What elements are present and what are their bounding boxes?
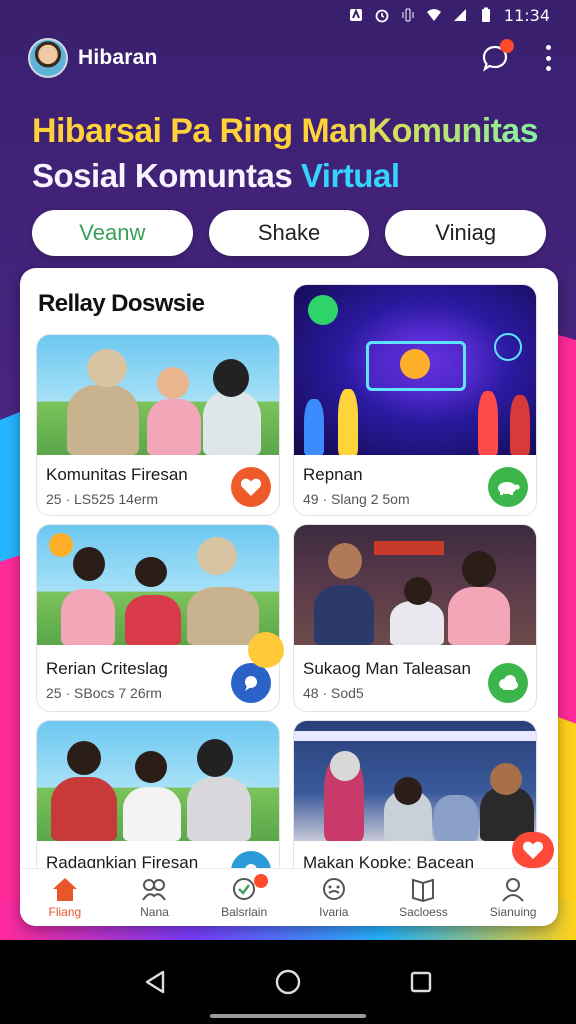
bottom-navigation: Fliang Nana Balsrlain Ivaria Sacloess Si… — [20, 868, 558, 926]
heart-icon — [240, 478, 262, 496]
floating-like-button[interactable] — [512, 832, 554, 868]
gesture-pill[interactable] — [210, 1014, 366, 1018]
card-title: Komunitas Firesan — [46, 465, 188, 484]
card-meta: 25 · SBocs 7 26rm — [46, 685, 162, 701]
kebab-dot-icon — [545, 66, 551, 71]
avatar[interactable] — [28, 38, 68, 78]
card-thumbnail — [294, 525, 536, 645]
system-navigation-bar — [0, 940, 576, 1024]
alarm-icon — [375, 9, 389, 23]
card-thumbnail — [37, 525, 279, 645]
nav-item-sacloess[interactable]: Sacloess — [381, 876, 465, 919]
card-meta: 49 · Slang 2 5om — [303, 491, 410, 507]
card-action-button[interactable] — [231, 467, 271, 507]
nav-label: Balsrlain — [221, 905, 268, 919]
app-title: Hibaran — [78, 46, 158, 69]
tab-viniag[interactable]: Viniag — [385, 210, 547, 256]
app-bar: Hibaran — [0, 30, 576, 86]
content-panel: Rellay Doswsie Komunitas Firesan 25 · LS… — [20, 268, 558, 926]
nav-item-balsrlain[interactable]: Balsrlain — [202, 874, 286, 919]
card-action-button[interactable] — [231, 663, 271, 703]
nav-label: Sianuing — [489, 905, 537, 919]
section-title: Rellay Doswsie — [38, 290, 205, 317]
card-meta: 25 · LS525 14erm — [46, 491, 159, 507]
tab-veanw[interactable]: Veanw — [32, 210, 193, 256]
hero-title-line2: Sosial Komuntas Virtual — [32, 157, 552, 195]
card-action-button[interactable] — [488, 467, 528, 507]
nav-label: Sacloess — [399, 905, 448, 919]
cloud-icon — [499, 675, 518, 690]
tab-shake[interactable]: Shake — [208, 210, 370, 256]
community-card[interactable]: Rerian Criteslag 25 · SBocs 7 26rm — [36, 524, 280, 712]
community-card[interactable]: Repnan 49 · Slang 2 5om — [293, 284, 537, 516]
community-icon — [142, 879, 167, 901]
more-options-button[interactable] — [544, 45, 552, 71]
card-meta: 48 · Sod5 — [303, 685, 364, 701]
card-action-button[interactable] — [488, 663, 528, 703]
messages-badge — [500, 39, 514, 53]
chat-icon — [245, 676, 257, 691]
wifi-icon — [426, 9, 441, 21]
kebab-dot-icon — [545, 55, 551, 61]
home-icon — [52, 878, 77, 901]
community-card[interactable]: Komunitas Firesan 25 · LS525 14erm — [36, 334, 280, 516]
turtle-icon — [498, 482, 520, 495]
kebab-dot-icon — [545, 45, 551, 50]
emoji-smile-sticker — [248, 632, 284, 668]
community-card[interactable]: Makan Kopke: Bacean — [293, 720, 537, 880]
nav-notification-badge — [254, 874, 269, 888]
nav-item-ivaria[interactable]: Ivaria — [292, 876, 376, 919]
community-card[interactable]: Sukaog Man Taleasan 48 · Sod5 — [293, 524, 537, 712]
smile-icon — [322, 878, 345, 900]
recents-icon[interactable] — [409, 970, 433, 994]
book-icon — [412, 878, 435, 902]
filter-tabs: Veanw Shake Viniag — [32, 210, 547, 256]
hero-title-line2-part1: Sosial Komuntas — [32, 157, 301, 194]
status-time: 11:34 — [503, 5, 550, 25]
nav-label: Nana — [140, 905, 169, 919]
card-thumbnail — [37, 721, 279, 841]
nav-item-sianuing[interactable]: Sianuing — [471, 876, 555, 919]
card-thumbnail — [294, 721, 536, 841]
vibrate-icon — [402, 8, 414, 22]
home-button-icon[interactable] — [274, 968, 302, 996]
card-thumbnail — [37, 335, 279, 455]
messages-button[interactable] — [480, 39, 514, 73]
hero-title-line2-highlight: Virtual — [300, 157, 400, 194]
battery-icon — [481, 7, 490, 22]
heart-icon — [522, 841, 544, 859]
nav-item-nana[interactable]: Nana — [112, 876, 196, 919]
card-title: Repnan — [303, 465, 363, 484]
card-title: Rerian Criteslag — [46, 659, 168, 678]
back-icon[interactable] — [143, 969, 167, 995]
status-bar: 11:34 — [0, 0, 576, 30]
signal-icon — [453, 9, 466, 21]
notification-icon — [349, 8, 362, 21]
profile-icon — [502, 878, 524, 902]
community-card[interactable]: Radagnkian Firesan — [36, 720, 280, 880]
hero-heading: Hibarsai Pa Ring ManKomunitas Sosial Kom… — [32, 112, 552, 195]
card-thumbnail — [294, 285, 536, 455]
nav-label: Ivaria — [319, 905, 349, 919]
card-title: Sukaog Man Taleasan — [303, 659, 471, 678]
nav-label: Fliang — [48, 905, 82, 919]
hero-title-line1: Hibarsai Pa Ring ManKomunitas — [32, 112, 552, 151]
nav-item-fliang[interactable]: Fliang — [23, 876, 107, 919]
